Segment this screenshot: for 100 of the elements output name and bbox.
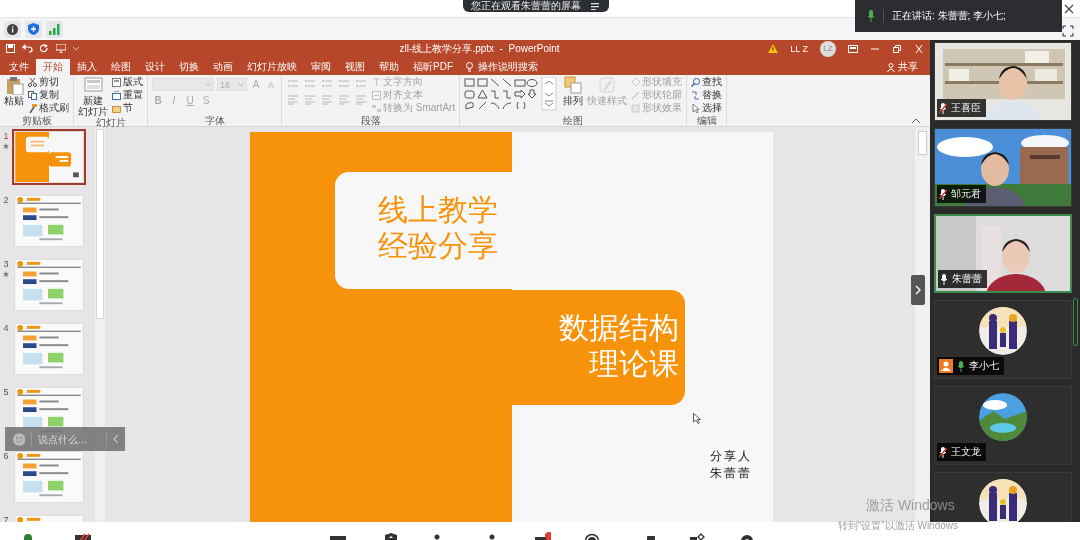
activation-hint: 转到“设置”以激活 Windows [838, 520, 958, 532]
window-title: zll-线上教学分享.pptx - PowerPoint [399, 41, 561, 56]
save-icon[interactable] [6, 44, 15, 53]
ribbon-group-label: 编辑 [695, 115, 718, 126]
chat-icon[interactable] [535, 532, 551, 540]
participant-name: 王喜臣 [951, 101, 981, 115]
ribbon-tab[interactable]: 视图 [338, 59, 372, 75]
microphone-icon [867, 10, 875, 22]
ribbon-tab[interactable]: 设计 [138, 59, 172, 75]
shield-icon [28, 23, 39, 35]
ribbon-group-label: 段落 [359, 115, 382, 126]
ribbon-button[interactable]: 重置 [112, 89, 143, 101]
lightbulb-icon [466, 62, 473, 72]
user-avatar[interactable]: LZ [820, 40, 836, 57]
text-direction-icon [372, 77, 381, 87]
slide-thumbnail[interactable] [14, 451, 84, 503]
slide-subtitle: 理论课 [588, 346, 679, 382]
ribbon-button[interactable]: 查找 [691, 76, 723, 88]
ribbon-tab[interactable]: 动画 [206, 59, 240, 75]
slide-title: 线上教学 [378, 192, 499, 228]
info-button[interactable] [4, 20, 21, 38]
ribbon-tab[interactable]: 幻灯片放映 [240, 59, 304, 75]
security-button[interactable] [25, 20, 42, 38]
ribbon-button[interactable]: 节 [112, 102, 143, 114]
ribbon-button[interactable]: 格式刷 [28, 102, 69, 114]
ribbon-tab[interactable]: 插入 [70, 59, 104, 75]
video-tile[interactable]: 王文龙 [934, 386, 1072, 465]
ribbon-group-label: 剪贴板 [20, 115, 53, 126]
speaking-text: 正在讲话: 朱蕾蕾; 李小七; [892, 9, 1006, 23]
ribbon-group-label: 幻灯片 [94, 117, 127, 128]
ribbon-button[interactable]: 粘贴 [4, 76, 24, 115]
video-tile[interactable]: 邹元君 [934, 128, 1072, 207]
ribbon-tab[interactable]: 切换 [172, 59, 206, 75]
dropdown-icon [238, 82, 244, 87]
chevron-left-icon[interactable] [113, 434, 119, 444]
slide-thumbnail[interactable] [14, 259, 84, 311]
video-camera-icon[interactable] [75, 532, 91, 540]
share-label: 共享 [898, 60, 918, 74]
ribbon-button[interactable]: 排列 [563, 76, 584, 115]
close-icon[interactable] [1064, 4, 1074, 14]
cursor-icon [693, 413, 701, 424]
ribbon-button[interactable]: 复制 [28, 89, 69, 101]
participant-name: 李小七 [969, 359, 999, 373]
apps-icon[interactable] [690, 532, 706, 540]
scroll-bar[interactable] [1073, 298, 1078, 346]
section-icon [112, 103, 121, 113]
banner-text: 您正在观看朱蕾蕾的屏幕 [471, 0, 581, 12]
slide-thumbnail[interactable] [14, 323, 84, 375]
ribbon-tab[interactable]: 文件 [2, 59, 36, 75]
shapes-gallery-icon[interactable] [464, 77, 560, 111]
undo-icon[interactable] [22, 44, 33, 53]
ribbon-button[interactable]: 版式 [112, 76, 143, 88]
ribbon-button[interactable]: 选择 [691, 102, 723, 114]
ribbon-display-icon[interactable] [848, 44, 858, 53]
ribbon-button[interactable]: 剪切 [28, 76, 69, 88]
record-icon[interactable] [585, 532, 601, 540]
slide-subtitle: 数据结构 [558, 310, 679, 346]
settings-icon[interactable] [740, 532, 756, 540]
signal-button[interactable] [46, 20, 63, 38]
dropdown-icon[interactable] [73, 46, 79, 51]
video-tile[interactable]: 李小七 [934, 300, 1072, 379]
collapse-ribbon-icon[interactable] [912, 118, 920, 123]
scroll-bar[interactable] [95, 127, 105, 522]
ribbon-tab[interactable]: 绘图 [104, 59, 138, 75]
fullscreen-icon[interactable] [1062, 25, 1074, 37]
user-name: LL Z [790, 43, 808, 54]
slide-thumbnail[interactable] [14, 195, 84, 247]
share-button[interactable]: 共享 [887, 59, 918, 75]
ribbon-button[interactable]: 新建 幻灯片 [78, 76, 108, 117]
chat-input[interactable]: 说点什么... [38, 433, 101, 445]
person-icon [887, 62, 895, 72]
paint-bucket-icon [631, 77, 641, 87]
participant-name: 邹元君 [951, 187, 981, 201]
video-tile[interactable]: 朱蕾蕾 [934, 214, 1072, 293]
quick-styles-icon [597, 76, 617, 95]
presenter-label: 分享人 [710, 448, 752, 465]
smartart-icon [372, 103, 381, 113]
video-tile[interactable]: 王喜臣 [934, 42, 1072, 121]
participant-name: 王文龙 [951, 445, 981, 459]
chevron-icon [915, 285, 921, 295]
ribbon-button[interactable]: 替换 [691, 89, 723, 101]
redo-icon[interactable] [40, 44, 49, 53]
slide-number: 1 [3, 131, 9, 141]
slide-thumbnail[interactable] [14, 131, 84, 183]
star-icon [3, 271, 9, 277]
presentation-icon[interactable] [56, 44, 66, 53]
ribbon-tab[interactable]: 福昕PDF [406, 59, 460, 75]
tell-me-search[interactable]: 操作说明搜索 [466, 59, 538, 75]
ribbon-tab[interactable]: 帮助 [372, 59, 406, 75]
signal-icon [49, 23, 60, 35]
participant-name: 朱蕾蕾 [952, 272, 982, 286]
slide-number: 5 [3, 387, 9, 397]
info-icon [7, 23, 18, 35]
cursor-icon [691, 103, 701, 113]
brush-icon [28, 103, 37, 113]
restore-icon[interactable] [892, 44, 902, 53]
ribbon-tab[interactable]: 审阅 [304, 59, 338, 75]
list-icon[interactable] [591, 2, 601, 10]
ribbon-tab[interactable]: 开始 [36, 59, 70, 75]
collapse-panel-button[interactable] [911, 275, 925, 305]
